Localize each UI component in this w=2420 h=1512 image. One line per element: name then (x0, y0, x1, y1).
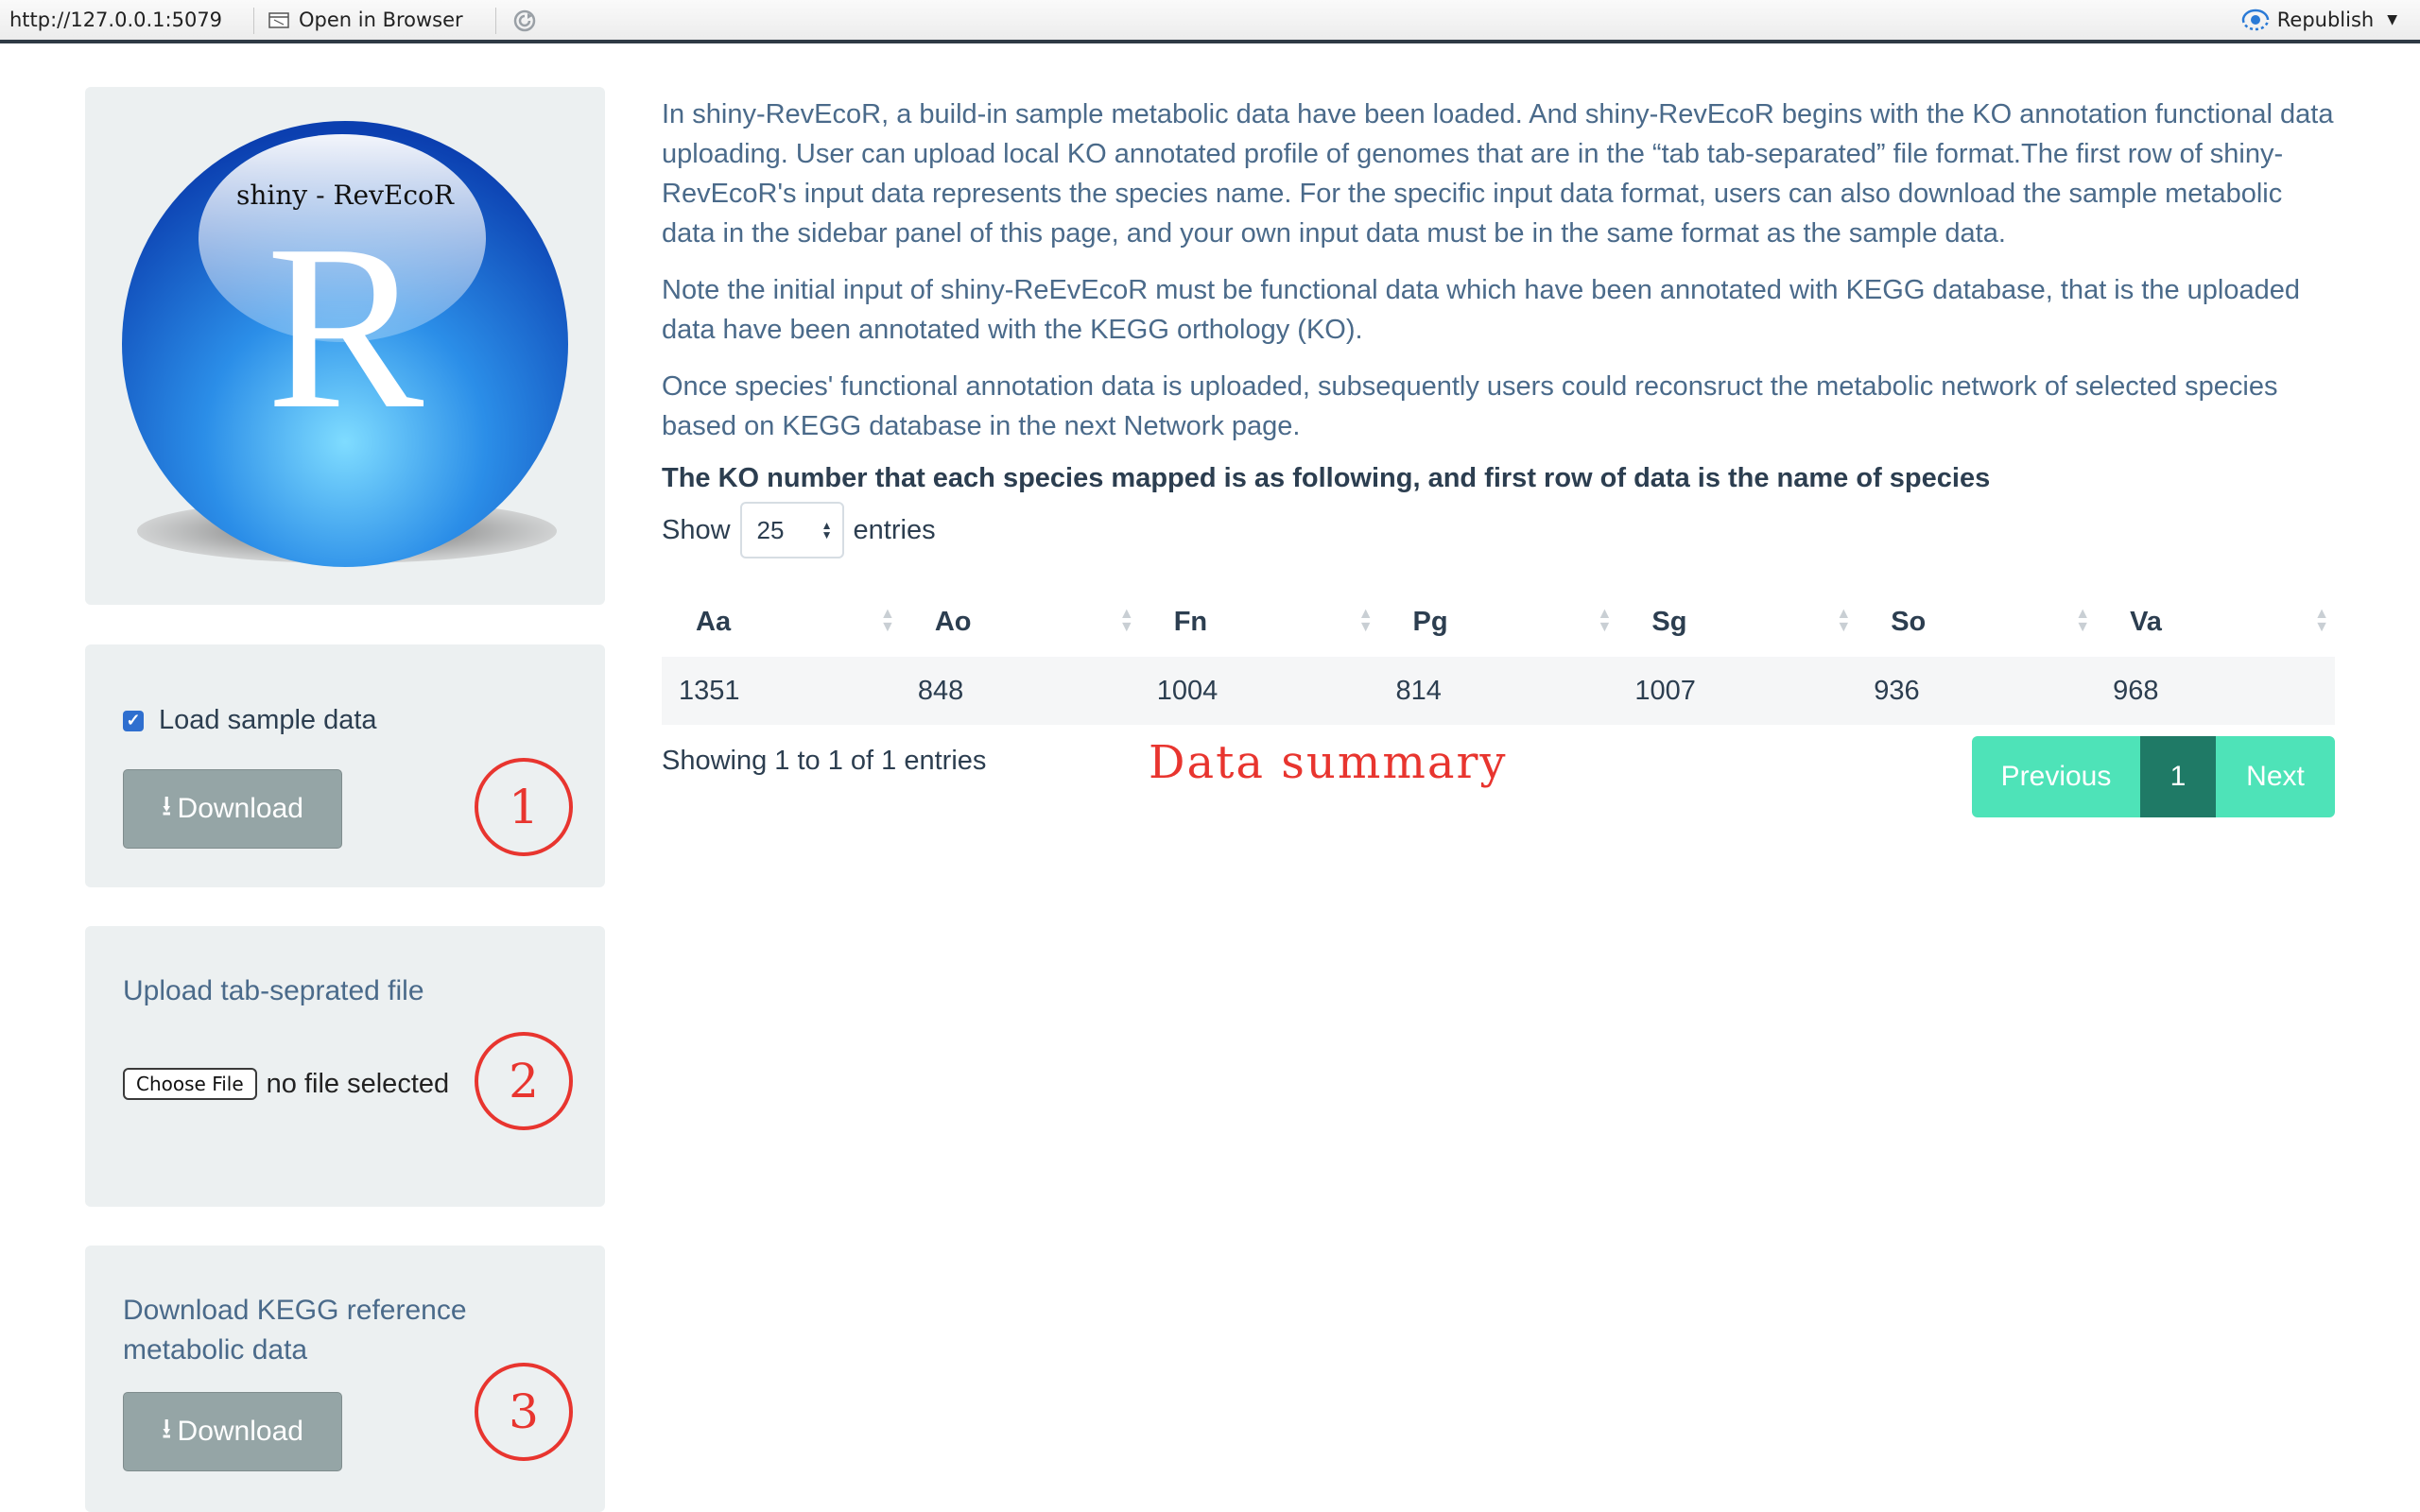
table-cell: 1004 (1139, 657, 1379, 725)
url-text: http://127.0.0.1:5079 (9, 9, 223, 31)
download-kegg-label: Download (177, 1416, 303, 1447)
data-summary-annotation: Data summary (1149, 736, 1508, 789)
toolbar-divider (495, 8, 496, 34)
download-sample-label: Download (177, 793, 303, 824)
table-row: 1351 848 1004 814 1007 936 968 (662, 657, 2335, 725)
table-info: Showing 1 to 1 of 1 entries (662, 746, 987, 776)
data-table: Aa ▲ ▼ Ao ▲ ▼ Fn ▲ ▼ Pg ▲ ▼ Sg ▲ ▼ So ▲ ▼ Va ▲ ▼ 1351… (662, 587, 2335, 725)
column-header-label: Sg (1651, 606, 1687, 637)
logo-letter: R (266, 197, 424, 458)
chevron-down-icon: ▼ (2387, 12, 2397, 27)
browser-window-icon (268, 12, 289, 28)
open-in-browser-button[interactable]: Open in Browser (268, 9, 463, 31)
sort-arrows-icon: ▲ ▼ (1836, 606, 1852, 635)
entries-select[interactable]: 25 ▲ ▼ (739, 502, 844, 558)
show-label: Show (662, 514, 731, 545)
viewer-toolbar: http://127.0.0.1:5079 Open in Browser Re… (0, 0, 2420, 43)
step-marker-1: 1 (475, 758, 573, 856)
download-sample-button[interactable]: ⭳ Download (123, 769, 342, 849)
column-header-fn[interactable]: Fn ▲ ▼ (1140, 587, 1379, 657)
table-cell: 814 (1378, 657, 1618, 725)
column-header-label: So (1891, 606, 1927, 637)
publish-icon (2241, 9, 2269, 31)
table-length-control: Show 25 ▲ ▼ entries (662, 502, 2335, 558)
sample-data-panel: ✓ Load sample data ⭳ Download 1 (85, 644, 605, 887)
download-icon: ⭳ (162, 1413, 172, 1445)
sort-arrows-icon: ▲ ▼ (1357, 606, 1374, 635)
sort-arrows-icon: ▲ ▼ (880, 606, 895, 635)
refresh-button[interactable] (509, 6, 541, 36)
file-input-row: Choose File no file selected (123, 1068, 449, 1100)
logo-panel: shiny - RevEcoR R (85, 87, 605, 605)
table-cell: 968 (2096, 657, 2335, 725)
load-sample-data-checkbox[interactable]: ✓ (123, 710, 144, 731)
kegg-reference-panel: Download KEGG reference metabolic data ⭳… (85, 1246, 605, 1512)
column-header-label: Pg (1412, 606, 1448, 637)
upload-label: Upload tab-seprated file (123, 975, 424, 1006)
main-content: In shiny-RevEcoR, a build-in sample meta… (662, 94, 2335, 817)
column-header-ao[interactable]: Ao ▲ ▼ (901, 587, 1140, 657)
intro-paragraph-3: Once species' functional annotation data… (662, 371, 2278, 441)
column-header-label: Fn (1173, 606, 1208, 637)
table-footer: Showing 1 to 1 of 1 entries Data summary… (662, 730, 2335, 817)
table-cell: 936 (1857, 657, 2097, 725)
previous-page-button[interactable]: Previous (1972, 736, 2140, 817)
table-heading: The KO number that each species mapped i… (662, 463, 1991, 493)
column-header-label: Aa (696, 606, 732, 637)
column-header-sg[interactable]: Sg ▲ ▼ (1617, 587, 1857, 657)
sort-arrows-icon: ▲ ▼ (1118, 606, 1134, 635)
sort-arrows-icon: ▲ ▼ (1597, 606, 1613, 635)
kegg-reference-label: Download KEGG reference metabolic data (123, 1295, 467, 1366)
download-kegg-button[interactable]: ⭳ Download (123, 1392, 342, 1471)
refresh-icon (513, 9, 536, 32)
step-marker-3: 3 (475, 1363, 573, 1461)
column-header-so[interactable]: So ▲ ▼ (1857, 587, 2096, 657)
page-1-button[interactable]: 1 (2140, 736, 2216, 817)
column-header-aa[interactable]: Aa ▲ ▼ (662, 587, 901, 657)
intro-text: In shiny-RevEcoR, a build-in sample meta… (662, 94, 2335, 446)
select-arrows-icon: ▲ ▼ (821, 519, 833, 541)
table-cell: 848 (900, 657, 1140, 725)
open-in-browser-label: Open in Browser (299, 9, 463, 31)
table-cell: 1351 (662, 657, 901, 725)
republish-button[interactable]: Republish ▼ (2241, 9, 2397, 31)
sort-arrows-icon: ▲ ▼ (2075, 606, 2091, 635)
sort-arrows-icon: ▲ ▼ (2314, 606, 2329, 635)
column-header-pg[interactable]: Pg ▲ ▼ (1379, 587, 1618, 657)
republish-label: Republish (2276, 9, 2375, 31)
entries-select-value: 25 (756, 515, 785, 544)
download-icon: ⭳ (162, 790, 172, 822)
intro-paragraph-2: Note the initial input of shiny-ReEvEcoR… (662, 275, 2301, 345)
step-marker-2: 2 (475, 1032, 573, 1130)
toolbar-divider (253, 8, 254, 34)
upload-panel: Upload tab-seprated file Choose File no … (85, 926, 605, 1207)
file-status-text: no file selected (266, 1068, 450, 1099)
next-page-button[interactable]: Next (2216, 736, 2335, 817)
column-header-va[interactable]: Va ▲ ▼ (2096, 587, 2335, 657)
load-sample-data-label: Load sample data (159, 705, 377, 735)
column-header-label: Ao (934, 606, 972, 637)
column-header-label: Va (2130, 606, 2162, 637)
pagination: Previous 1 Next (1972, 736, 2335, 817)
table-cell: 1007 (1617, 657, 1858, 725)
load-sample-data-row: ✓ Load sample data (123, 705, 377, 736)
entries-label: entries (853, 514, 936, 545)
intro-paragraph-1: In shiny-RevEcoR, a build-in sample meta… (662, 99, 2334, 249)
choose-file-button[interactable]: Choose File (123, 1068, 257, 1100)
